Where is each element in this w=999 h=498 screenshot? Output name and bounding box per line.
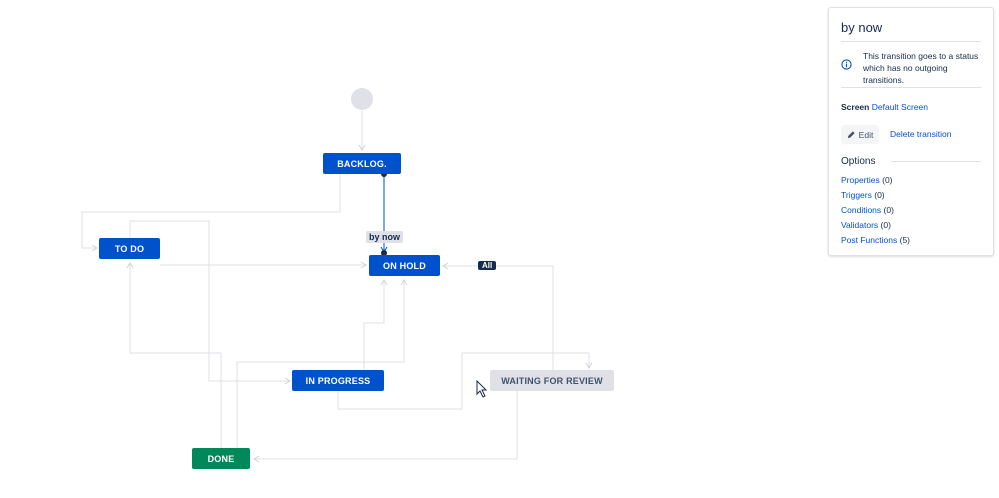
option-conditions-link[interactable]: Conditions — [841, 205, 881, 215]
option-triggers: Triggers (0) — [841, 190, 910, 205]
state-backlog[interactable]: BACKLOG. — [323, 153, 401, 174]
divider — [891, 161, 981, 162]
option-properties: Properties (0) — [841, 175, 910, 190]
option-count: (0) — [874, 190, 885, 200]
pencil-icon — [847, 131, 855, 139]
state-done[interactable]: DONE — [192, 448, 250, 469]
option-conditions: Conditions (0) — [841, 205, 910, 220]
state-waiting-for-review[interactable]: WAITING FOR REVIEW — [490, 370, 614, 391]
screen-row: Screen Default Screen — [841, 102, 928, 112]
state-waiting-label: WAITING FOR REVIEW — [501, 375, 603, 386]
state-onhold-label: ON HOLD — [383, 260, 426, 271]
info-message: This transition goes to a status which h… — [863, 51, 979, 85]
options-list: Properties (0) Triggers (0) Conditions (… — [841, 175, 910, 250]
option-count: (0) — [880, 220, 891, 230]
start-node[interactable] — [351, 88, 373, 110]
state-inprogress[interactable]: IN PROGRESS — [292, 370, 384, 391]
transition-done-onhold[interactable] — [236, 279, 408, 448]
option-validators: Validators (0) — [841, 220, 910, 235]
edit-button-label: Edit — [858, 129, 874, 140]
selected-transition[interactable] — [380, 171, 388, 256]
option-post-functions-link[interactable]: Post Functions — [841, 235, 897, 245]
state-done-label: DONE — [207, 453, 235, 464]
transition-label-all[interactable]: All — [478, 261, 497, 270]
transition-label-by-now[interactable]: by now — [366, 231, 403, 243]
option-properties-link[interactable]: Properties — [841, 175, 880, 185]
divider — [841, 41, 981, 42]
state-inprogress-label: IN PROGRESS — [305, 375, 371, 386]
screen-label: Screen — [841, 102, 870, 112]
option-post-functions: Post Functions (5) — [841, 235, 910, 250]
screen-link[interactable]: Default Screen — [872, 102, 928, 112]
option-validators-link[interactable]: Validators — [841, 220, 878, 230]
delete-transition-link[interactable]: Delete transition — [890, 129, 951, 139]
option-triggers-link[interactable]: Triggers — [841, 190, 872, 200]
divider — [841, 87, 981, 88]
transition-all-onhold[interactable] — [442, 262, 554, 370]
transition-backlog-todo[interactable] — [81, 174, 341, 252]
transition-done-todo[interactable] — [126, 262, 222, 448]
state-onhold[interactable]: ON HOLD — [369, 255, 440, 276]
edit-button[interactable]: Edit — [841, 125, 879, 144]
mouse-cursor-icon — [476, 380, 488, 398]
option-count: (0) — [883, 205, 894, 215]
panel-title: by now — [841, 20, 883, 35]
info-icon — [841, 59, 852, 70]
transition-details-panel: by now This transition goes to a status … — [828, 7, 994, 256]
transition-inprogress-onhold[interactable] — [363, 279, 388, 370]
transition-waiting-done[interactable] — [253, 391, 518, 463]
option-count: (0) — [882, 175, 893, 185]
options-heading: Options — [841, 156, 876, 167]
option-count: (5) — [899, 235, 910, 245]
state-todo-label: TO DO — [114, 243, 145, 254]
state-todo[interactable]: TO DO — [99, 238, 160, 259]
state-backlog-label: BACKLOG. — [337, 158, 387, 169]
